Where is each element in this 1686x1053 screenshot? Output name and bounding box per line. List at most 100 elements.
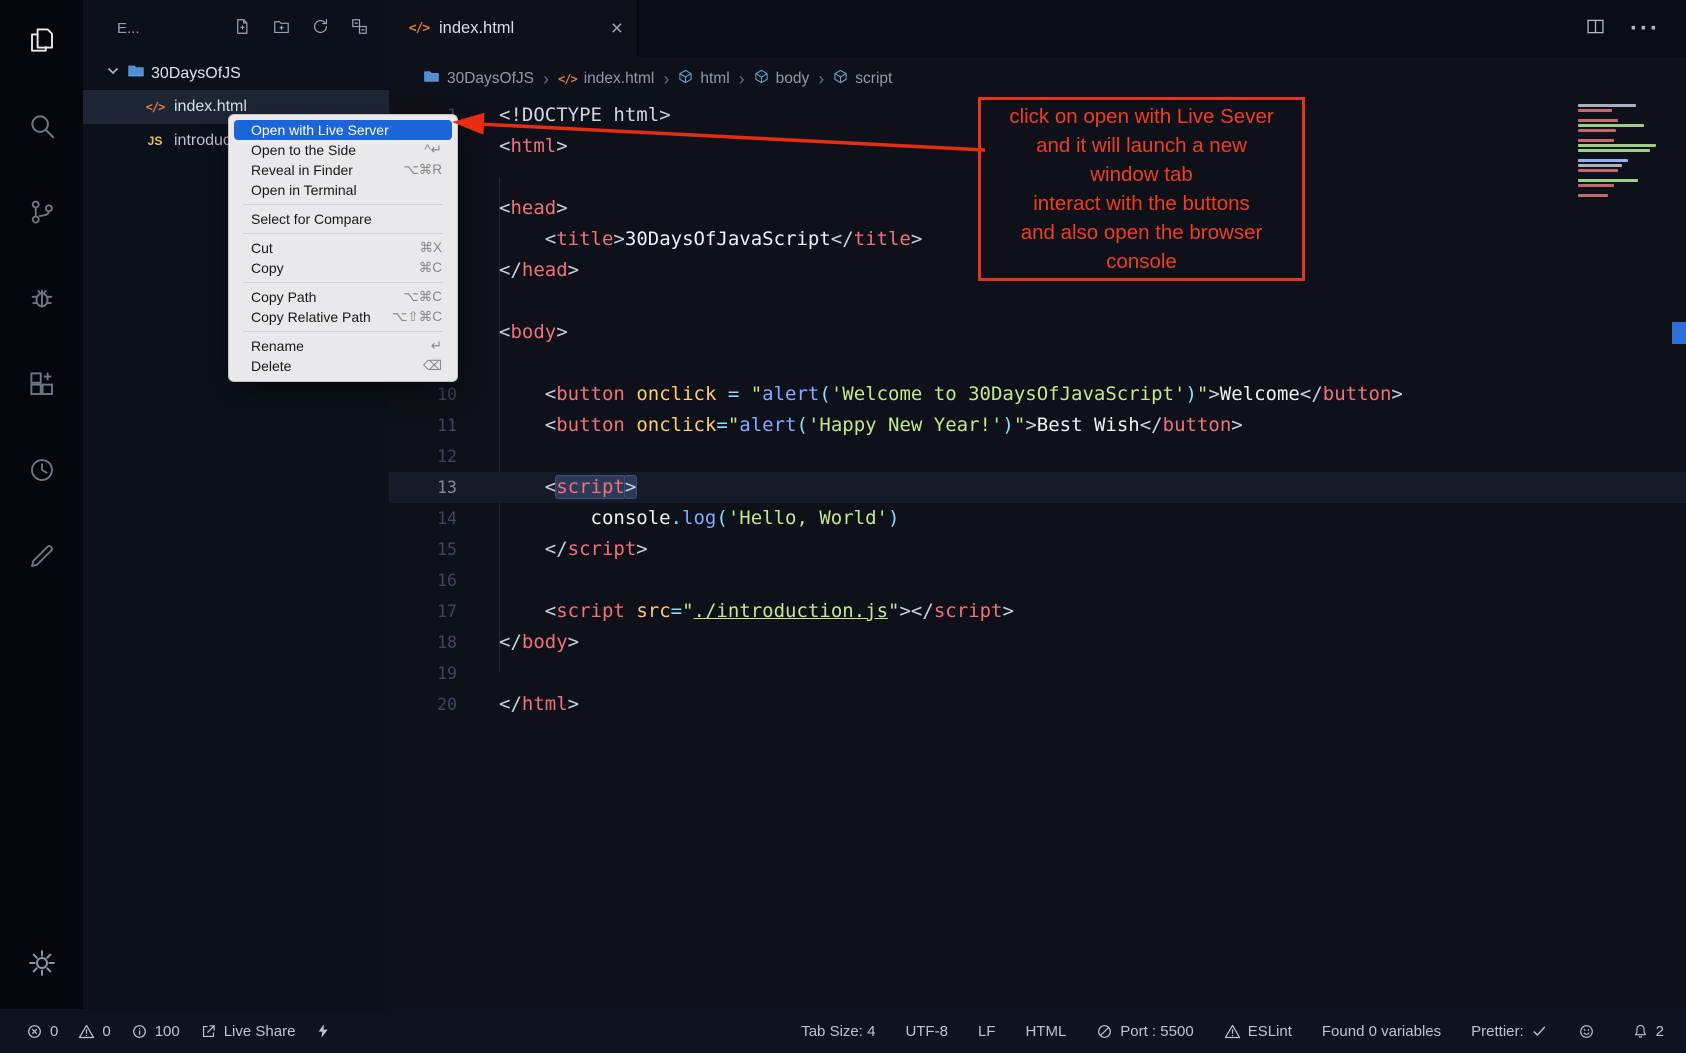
status-item-smiley[interactable] <box>1578 1023 1602 1040</box>
minimap-line <box>1578 124 1644 127</box>
error-circle-icon <box>26 1023 43 1040</box>
status-item-eslint[interactable]: ESLint <box>1224 1023 1292 1040</box>
menu-item-select-for-compare[interactable]: Select for Compare <box>234 209 452 229</box>
code-line-9[interactable]: 9 <box>389 348 1686 379</box>
explorer-icon[interactable] <box>27 24 57 56</box>
menu-item-label: Reveal in Finder <box>251 160 353 180</box>
minimap-line <box>1578 179 1638 182</box>
live-share-icon <box>200 1023 217 1040</box>
symbol-icon <box>754 69 769 89</box>
code-line-14[interactable]: 14 console.log('Hello, World') <box>389 503 1686 534</box>
code-text: <!DOCTYPE html> <box>499 100 671 131</box>
collapse-folders-icon[interactable] <box>350 17 369 41</box>
debug-icon[interactable] <box>27 282 57 314</box>
menu-item-shortcut: ⌘C <box>419 258 442 278</box>
status-item-lightning[interactable] <box>315 1023 338 1039</box>
context-menu: Open with Live ServerOpen to the Side^↵R… <box>228 114 458 382</box>
explorer-header: E... <box>83 0 389 57</box>
breadcrumb: 30DaysOfJS›</>index.html›html›body›scrip… <box>389 57 1686 100</box>
code-text: <button onclick = "alert('Welcome to 30D… <box>499 379 1403 410</box>
annotation-text-line: and it will launch a new <box>981 131 1302 160</box>
menu-item-open-in-terminal[interactable]: Open in Terminal <box>234 180 452 200</box>
status-item-lf[interactable]: LF <box>978 1023 996 1040</box>
status-item-html[interactable]: HTML <box>1025 1023 1066 1040</box>
status-item-label: 0 <box>102 1023 110 1040</box>
extensions-icon[interactable] <box>27 368 57 400</box>
status-item-utf-8[interactable]: UTF-8 <box>905 1023 948 1040</box>
status-item-0[interactable]: 0 <box>26 1023 58 1040</box>
breadcrumb-label: html <box>700 70 729 88</box>
status-item-live-share[interactable]: Live Share <box>200 1023 296 1040</box>
history-icon[interactable] <box>27 454 57 486</box>
status-item-port-5500[interactable]: Port : 5500 <box>1096 1023 1193 1040</box>
menu-item-copy-path[interactable]: Copy Path⌥⌘C <box>234 287 452 307</box>
menu-item-reveal-in-finder[interactable]: Reveal in Finder⌥⌘R <box>234 160 452 180</box>
status-item-2[interactable]: 2 <box>1632 1023 1664 1040</box>
refresh-icon[interactable] <box>311 17 330 41</box>
status-item-100[interactable]: 100 <box>131 1023 180 1040</box>
code-line-16[interactable]: 16 <box>389 565 1686 596</box>
code-text: <head> <box>499 193 568 224</box>
html-file-icon: </> <box>145 100 165 114</box>
menu-item-shortcut: ⌫ <box>423 356 442 376</box>
status-item-label: 2 <box>1656 1023 1664 1040</box>
code-line-20[interactable]: 20</html> <box>389 689 1686 720</box>
line-number: 16 <box>389 571 457 590</box>
status-item-label: 0 <box>50 1023 58 1040</box>
settings-gear-icon[interactable] <box>27 948 57 983</box>
annotation-box: click on open with Live Severand it will… <box>978 97 1305 281</box>
menu-item-open-with-live-server[interactable]: Open with Live Server <box>234 120 452 140</box>
breadcrumb-item-30daysofjs[interactable]: 30DaysOfJS <box>423 68 534 90</box>
code-line-17[interactable]: 17 <script src="./introduction.js"></scr… <box>389 596 1686 627</box>
search-icon[interactable] <box>27 110 57 142</box>
code-line-19[interactable]: 19 <box>389 658 1686 689</box>
menu-item-open-to-the-side[interactable]: Open to the Side^↵ <box>234 140 452 160</box>
feedback-icon[interactable] <box>27 540 57 572</box>
menu-item-label: Copy Path <box>251 287 316 307</box>
code-line-7[interactable]: 7 <box>389 286 1686 317</box>
breadcrumb-item-html[interactable]: html <box>678 69 729 89</box>
menu-item-copy[interactable]: Copy⌘C <box>234 258 452 278</box>
html-file-icon: </> <box>409 21 429 36</box>
breadcrumb-item-index-html[interactable]: </>index.html <box>558 70 654 88</box>
code-text: </html> <box>499 689 579 720</box>
status-item-label: 100 <box>155 1023 180 1040</box>
menu-item-delete[interactable]: Delete⌫ <box>234 356 452 376</box>
status-item-0[interactable]: 0 <box>78 1023 110 1040</box>
tab-index-html[interactable]: </> index.html × <box>389 0 638 57</box>
split-editor-icon[interactable] <box>1585 16 1606 42</box>
minimap-line <box>1578 194 1608 197</box>
project-root-label: 30DaysOfJS <box>151 65 241 83</box>
menu-item-shortcut: ^↵ <box>424 140 442 160</box>
source-control-icon[interactable] <box>27 196 57 228</box>
menu-item-copy-relative-path[interactable]: Copy Relative Path⌥⇧⌘C <box>234 307 452 327</box>
status-item-prettier[interactable]: Prettier: <box>1471 1023 1548 1040</box>
menu-item-shortcut: ⌘X <box>419 238 442 258</box>
status-item-found-0-variables[interactable]: Found 0 variables <box>1322 1023 1441 1040</box>
code-line-8[interactable]: 8<body> <box>389 317 1686 348</box>
code-line-13[interactable]: 13 <script> <box>389 472 1686 503</box>
new-file-icon[interactable] <box>233 17 252 41</box>
code-line-12[interactable]: 12 <box>389 441 1686 472</box>
more-actions-icon[interactable]: ··· <box>1630 23 1660 35</box>
tab-close-icon[interactable]: × <box>611 18 623 39</box>
menu-item-cut[interactable]: Cut⌘X <box>234 238 452 258</box>
code-text: <html> <box>499 131 568 162</box>
breadcrumb-separator: › <box>739 70 745 88</box>
project-root-row[interactable]: 30DaysOfJS <box>83 57 389 90</box>
annotation-text-line: click on open with Live Sever <box>981 102 1302 131</box>
status-item-tab-size-4[interactable]: Tab Size: 4 <box>801 1023 875 1040</box>
code-line-15[interactable]: 15 </script> <box>389 534 1686 565</box>
annotation-text-line: interact with the buttons <box>981 189 1302 218</box>
menu-item-rename[interactable]: Rename↵ <box>234 336 452 356</box>
menu-separator <box>243 282 443 283</box>
breadcrumb-item-script[interactable]: script <box>833 69 892 89</box>
new-folder-icon[interactable] <box>272 17 291 41</box>
minimap-line <box>1578 119 1618 122</box>
code-line-11[interactable]: 11 <button onclick="alert('Happy New Yea… <box>389 410 1686 441</box>
minimap[interactable] <box>1578 102 1670 199</box>
code-line-18[interactable]: 18</body> <box>389 627 1686 658</box>
code-line-10[interactable]: 10 <button onclick = "alert('Welcome to … <box>389 379 1686 410</box>
breadcrumb-item-body[interactable]: body <box>754 69 810 89</box>
breadcrumb-label: 30DaysOfJS <box>447 70 534 88</box>
